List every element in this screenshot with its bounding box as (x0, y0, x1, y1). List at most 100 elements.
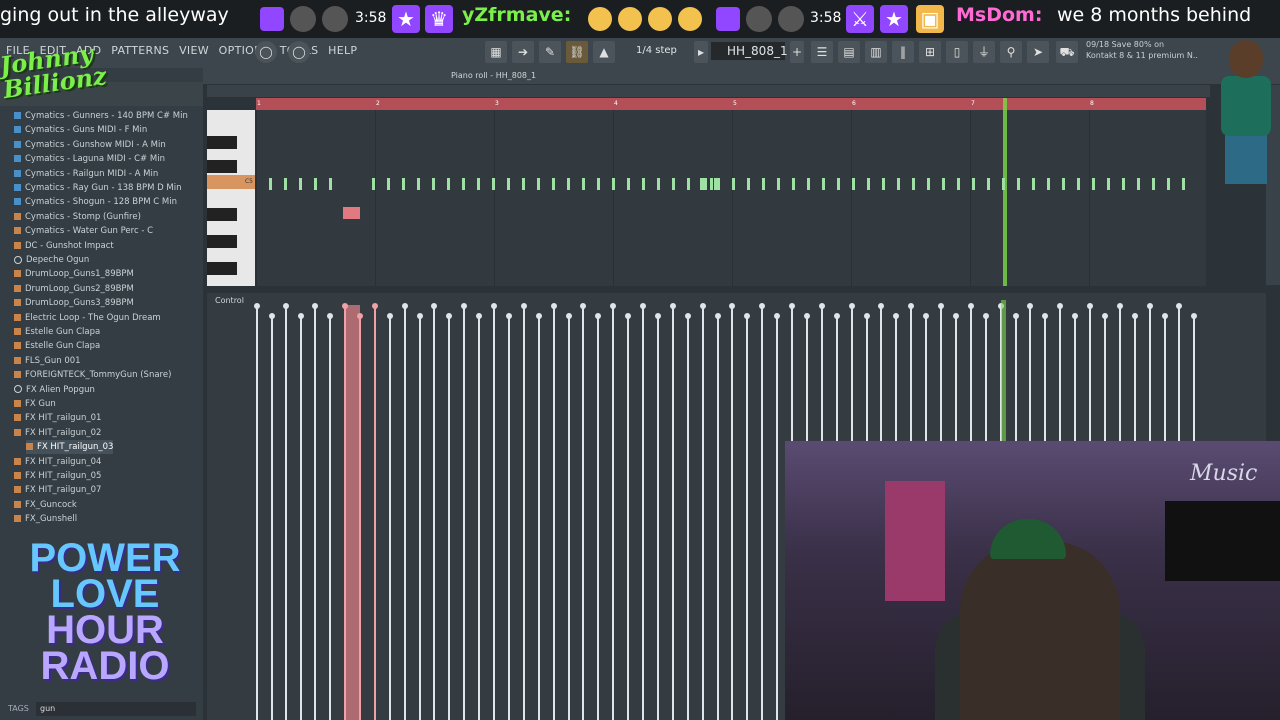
plugin-icon[interactable]: ⊞ (919, 41, 941, 63)
master-pitch-knob[interactable]: ◯ (288, 41, 310, 63)
note[interactable] (447, 178, 450, 190)
note[interactable] (957, 178, 960, 190)
note[interactable] (777, 178, 780, 190)
velocity-stem[interactable] (744, 313, 751, 720)
news-panel[interactable]: 09/18 Save 80% on Kontakt 8 & 11 premium… (1086, 39, 1198, 61)
control-label[interactable]: Control (215, 296, 244, 305)
note[interactable] (822, 178, 825, 190)
velocity-stem[interactable] (283, 303, 289, 720)
note[interactable] (402, 178, 405, 190)
note[interactable] (1137, 178, 1140, 190)
velocity-stem[interactable] (386, 313, 393, 720)
note[interactable] (714, 178, 717, 190)
pattern-selector[interactable]: HH_808_1 (711, 42, 788, 60)
velocity-stem[interactable] (535, 313, 542, 720)
note[interactable] (747, 178, 750, 190)
velocity-stem[interactable] (268, 313, 275, 720)
time-ruler[interactable] (256, 98, 1206, 110)
note[interactable] (537, 178, 540, 190)
note[interactable] (507, 178, 510, 190)
note[interactable] (867, 178, 870, 190)
browser-item[interactable]: Cymatics - Stomp (Gunfire) (14, 210, 141, 224)
note[interactable] (710, 178, 713, 190)
note[interactable] (837, 178, 840, 190)
browser-item[interactable]: FX Alien Popgun (14, 383, 95, 397)
channel-rack-icon[interactable]: ▤ (838, 41, 860, 63)
note[interactable] (1167, 178, 1170, 190)
note[interactable] (329, 178, 332, 190)
note[interactable] (927, 178, 930, 190)
note[interactable] (1047, 178, 1050, 190)
piano-icon[interactable]: ▦ (485, 41, 507, 63)
selected-note[interactable] (343, 207, 360, 219)
note[interactable] (672, 178, 675, 190)
black-key[interactable] (207, 235, 237, 248)
browser-item[interactable]: Cymatics - Water Gun Perc - C (14, 224, 153, 238)
browser-item[interactable]: Estelle Gun Clapa (14, 325, 100, 339)
note[interactable] (1077, 178, 1080, 190)
velocity-stem[interactable] (312, 303, 318, 720)
note[interactable] (687, 178, 690, 190)
note[interactable] (417, 178, 420, 190)
velocity-stem[interactable] (505, 313, 512, 720)
playlist-icon[interactable]: ☰ (811, 41, 833, 63)
velocity-stem[interactable] (640, 303, 646, 720)
mixer-icon[interactable]: ‖ (892, 41, 914, 63)
velocity-stem[interactable] (699, 303, 706, 720)
note[interactable] (597, 178, 600, 190)
velocity-stem[interactable] (431, 303, 438, 720)
note[interactable] (704, 178, 707, 190)
tuning-icon[interactable]: ⚲ (1000, 41, 1022, 63)
arrow-right-icon[interactable]: ➔ (512, 41, 534, 63)
note-grid[interactable] (256, 110, 1206, 286)
note[interactable] (1152, 178, 1155, 190)
note[interactable] (942, 178, 945, 190)
note[interactable] (912, 178, 915, 190)
browser-item[interactable]: FX HIT_railgun_04 (14, 455, 101, 469)
browser-item[interactable]: Cymatics - Gunners - 140 BPM C# Min (14, 109, 188, 123)
note[interactable] (372, 178, 375, 190)
velocity-stem[interactable] (759, 303, 766, 720)
browser-item[interactable]: FX HIT_railgun_05 (14, 469, 101, 483)
velocity-stem[interactable] (565, 313, 572, 720)
note[interactable] (717, 178, 720, 190)
note[interactable] (700, 178, 703, 190)
plug-icon[interactable]: ⏚ (973, 41, 995, 63)
browser-item[interactable]: DrumLoop_Guns3_89BPM (14, 296, 134, 310)
velocity-stem[interactable] (610, 303, 617, 720)
browser-item[interactable]: FOREIGNTECK_TommyGun (Snare) (14, 368, 171, 382)
note[interactable] (522, 178, 525, 190)
note[interactable] (882, 178, 885, 190)
velocity-stem[interactable] (326, 313, 333, 720)
black-key[interactable] (207, 136, 237, 149)
note[interactable] (657, 178, 660, 190)
note[interactable] (1032, 178, 1035, 190)
note[interactable] (612, 178, 615, 190)
browser-item[interactable]: Cymatics - Railgun MIDI - A Min (14, 167, 158, 181)
browser-item[interactable]: Cymatics - Ray Gun - 138 BPM D Min (14, 181, 181, 195)
velocity-stem[interactable] (654, 313, 661, 720)
velocity-stem[interactable] (342, 303, 348, 720)
browser-item[interactable]: FX_Gunshell (14, 512, 77, 526)
browser-item[interactable]: Cymatics - Guns MIDI - F Min (14, 123, 147, 137)
menu-patterns[interactable]: PATTERNS (111, 44, 169, 57)
key-c5[interactable]: C5 (207, 175, 255, 189)
note[interactable] (552, 178, 555, 190)
browser-item[interactable]: Cymatics - Shogun - 128 BPM C Min (14, 195, 177, 209)
black-key[interactable] (207, 262, 237, 275)
browser-item[interactable]: Depeche Ogun (14, 253, 89, 267)
velocity-stem[interactable] (595, 313, 602, 720)
black-key[interactable] (207, 208, 237, 221)
browser-item[interactable]: DC - Gunshot Impact (14, 239, 114, 253)
note[interactable] (582, 178, 585, 190)
note[interactable] (642, 178, 645, 190)
note[interactable] (732, 178, 735, 190)
velocity-stem[interactable] (416, 313, 423, 720)
note[interactable] (792, 178, 795, 190)
note[interactable] (387, 178, 390, 190)
piano-roll-icon[interactable]: ▥ (865, 41, 887, 63)
browser-item[interactable]: DrumLoop_Guns1_89BPM (14, 267, 134, 281)
velocity-stem[interactable] (550, 303, 557, 720)
browser-item[interactable]: FX HIT_railgun_07 (14, 483, 101, 497)
velocity-stem[interactable] (461, 303, 468, 720)
